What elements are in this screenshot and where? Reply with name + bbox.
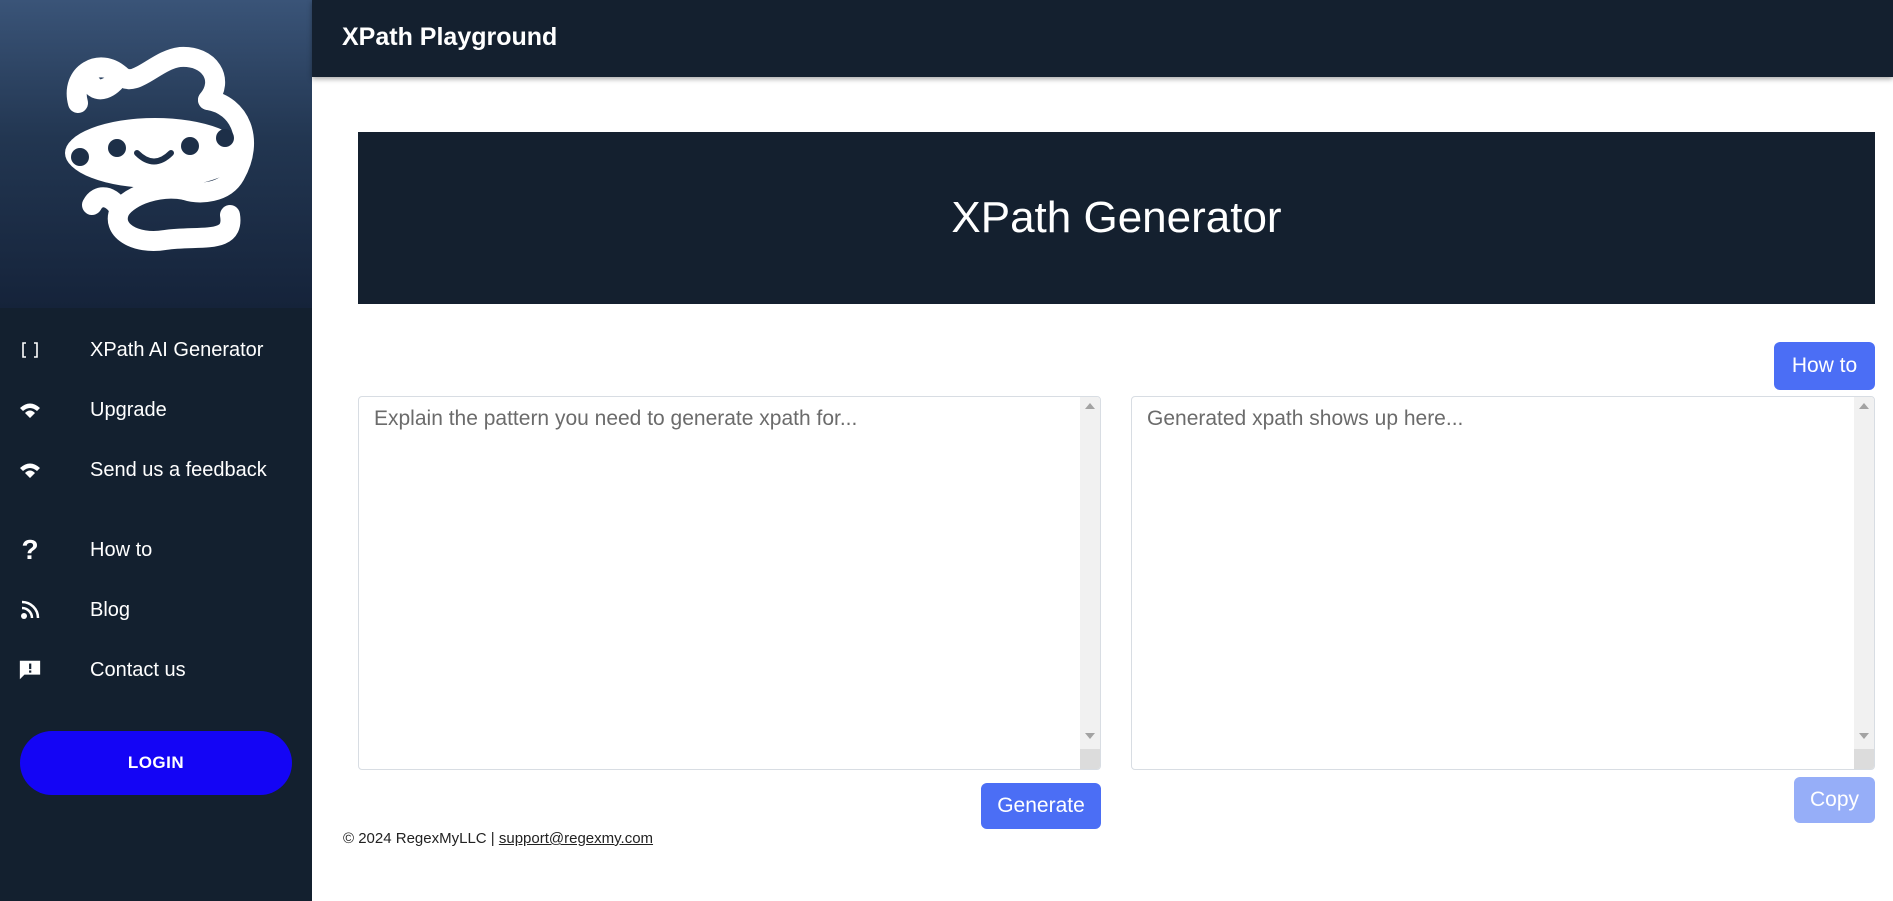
- top-bar: XPath Playground: [312, 0, 1893, 77]
- wifi-icon: [18, 398, 42, 422]
- resize-handle-icon[interactable]: [1080, 749, 1100, 769]
- generate-button[interactable]: Generate: [981, 783, 1101, 829]
- sidebar-item-xpath-ai-generator[interactable]: XPath AI Generator: [0, 327, 312, 373]
- sidebar-item-label: Send us a feedback: [90, 458, 267, 481]
- question-icon: ?: [21, 534, 39, 565]
- login-button[interactable]: LOGIN: [20, 731, 292, 795]
- copyright-text: © 2024 RegexMyLLC |: [343, 830, 499, 847]
- sidebar-item-contact-us[interactable]: Contact us: [0, 647, 312, 693]
- output-textarea-wrapper: [1131, 396, 1875, 770]
- xpath-output[interactable]: [1132, 397, 1854, 769]
- input-textarea-wrapper: [358, 396, 1101, 770]
- octopus-logo-icon[interactable]: [50, 45, 260, 255]
- hero-banner: XPath Generator: [358, 132, 1875, 304]
- sidebar-item-blog[interactable]: Blog: [0, 587, 312, 633]
- page-title: XPath Generator: [951, 193, 1282, 242]
- feedback-icon: [18, 658, 42, 682]
- scroll-down-icon[interactable]: [1085, 733, 1095, 739]
- scroll-up-icon[interactable]: [1859, 403, 1869, 409]
- scrollbar[interactable]: [1854, 397, 1874, 769]
- scroll-up-icon[interactable]: [1085, 403, 1095, 409]
- wifi-icon: [18, 458, 42, 482]
- app-title: XPath Playground: [342, 23, 558, 51]
- scroll-down-icon[interactable]: [1859, 733, 1869, 739]
- logo-area: [0, 0, 312, 308]
- sidebar-item-how-to[interactable]: ? How to: [0, 527, 312, 573]
- sidebar-item-send-feedback[interactable]: Send us a feedback: [0, 447, 312, 493]
- scrollbar[interactable]: [1080, 397, 1100, 769]
- how-to-button[interactable]: How to: [1774, 342, 1875, 390]
- sidebar: XPath AI Generator Upgrade Send us a fee…: [0, 0, 312, 901]
- sidebar-item-label: Blog: [90, 598, 131, 621]
- pattern-input[interactable]: [359, 397, 1080, 769]
- sidebar-item-upgrade[interactable]: Upgrade: [0, 387, 312, 433]
- rss-icon: [18, 598, 42, 622]
- copy-button[interactable]: Copy: [1794, 777, 1875, 823]
- sidebar-item-label: Contact us: [90, 658, 186, 681]
- sidebar-item-label: XPath AI Generator: [90, 338, 264, 361]
- support-email-link[interactable]: support@regexmy.com: [499, 830, 653, 847]
- footer: © 2024 RegexMyLLC | support@regexmy.com: [343, 830, 653, 847]
- brackets-icon: [18, 338, 42, 362]
- sidebar-item-label: How to: [90, 538, 153, 561]
- resize-handle-icon[interactable]: [1854, 749, 1874, 769]
- sidebar-item-label: Upgrade: [90, 398, 167, 421]
